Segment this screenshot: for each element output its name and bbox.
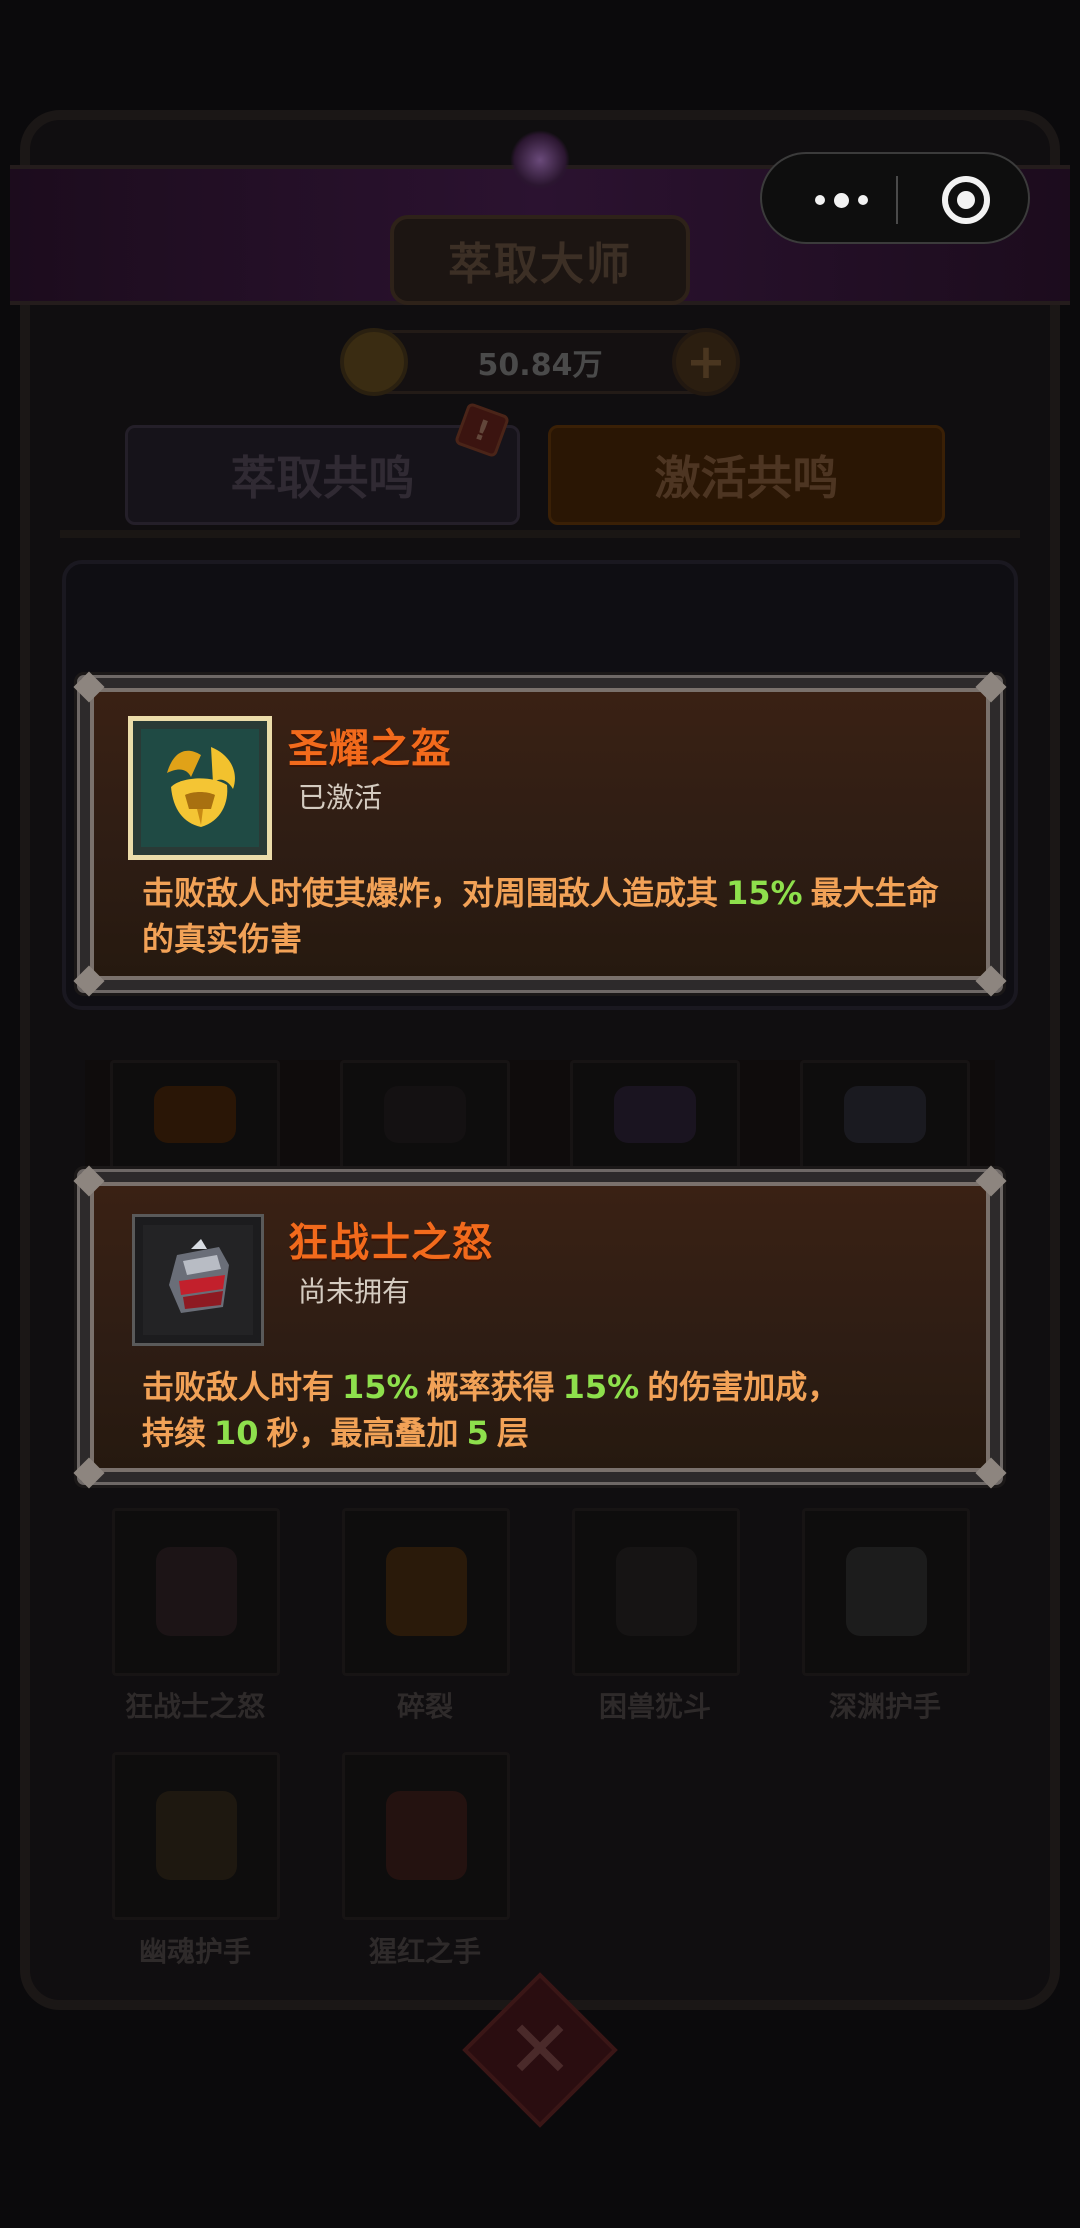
item-name: 圣耀之盔 — [288, 726, 452, 772]
gear-slot[interactable] — [340, 1060, 510, 1170]
coin-icon — [340, 328, 408, 396]
golden-horned-helmet-icon — [128, 716, 272, 860]
tab-divider — [60, 530, 1020, 538]
item-status: 尚未拥有 — [298, 1275, 411, 1308]
gear-slot[interactable] — [570, 1060, 740, 1170]
item-tooltip-card: 圣耀之盔 已激活 击败敌人时使其爆炸，对周围敌人造成其 15% 最大生命的真实伤害 — [73, 671, 1007, 997]
more-options-icon[interactable] — [796, 182, 886, 218]
item-description: 击败敌人时有 15% 概率获得 15% 的伤害加成， 持续 10 秒，最高叠加 5 层 — [142, 1368, 840, 1452]
gauntlet-slot-berserker-icon[interactable] — [112, 1508, 280, 1676]
grid-label: 狂战士之怒 — [124, 1690, 265, 1723]
grid-label: 幽魂护手 — [138, 1935, 251, 1968]
add-currency-icon[interactable]: + — [672, 328, 740, 396]
gear-slot[interactable] — [800, 1060, 970, 1170]
item-description: 击败敌人时使其爆炸，对周围敌人造成其 15% 最大生命的真实伤害 — [142, 874, 939, 958]
grid-label: 猩红之手 — [368, 1935, 481, 1968]
capsule-menu — [760, 152, 1030, 244]
currency-amount: 50.84万 — [477, 348, 603, 383]
page-title: 萃取大师 — [448, 239, 632, 290]
crystal-orb-icon — [510, 130, 570, 190]
tab-activate-resonance[interactable]: 激活共鸣 — [548, 425, 945, 525]
gauntlet-slot-crimson-icon[interactable] — [342, 1752, 510, 1920]
item-tooltip-card: 狂战士之怒 尚未拥有 击败敌人时有 15% 概率获得 15% 的伤害加成， 持续 10 秒，… — [73, 1165, 1007, 1489]
capsule-divider — [896, 176, 898, 224]
gauntlet-slot-cornered-icon[interactable] — [572, 1508, 740, 1676]
gauntlet-slot-abyss-icon[interactable] — [802, 1508, 970, 1676]
gauntlet-slot-shatter-icon[interactable] — [342, 1508, 510, 1676]
item-status: 已激活 — [298, 781, 383, 814]
gear-slot[interactable] — [110, 1060, 280, 1170]
grid-label: 困兽犹斗 — [598, 1690, 711, 1723]
gauntlet-slot-ghost-icon[interactable] — [112, 1752, 280, 1920]
close-miniprogram-icon[interactable] — [942, 176, 990, 224]
grid-label: 深渊护手 — [828, 1690, 941, 1723]
red-gauntlet-icon — [132, 1214, 264, 1346]
close-icon: ✕ — [506, 2003, 574, 2096]
grid-label: 碎裂 — [396, 1690, 453, 1723]
item-name: 狂战士之怒 — [288, 1220, 493, 1266]
